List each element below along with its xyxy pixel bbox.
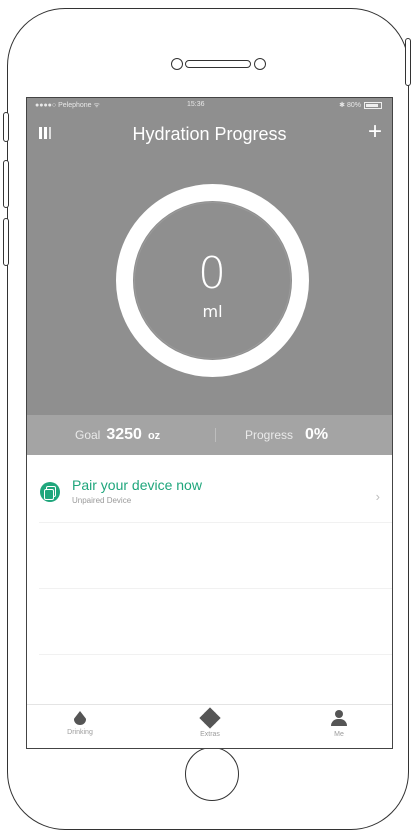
earpiece-speaker (185, 60, 251, 68)
water-drop-icon (74, 711, 86, 725)
stats-divider (215, 428, 216, 442)
list-divider (39, 654, 392, 655)
progress-ring: 0 ml (110, 178, 315, 383)
intake-value: 0 (198, 248, 227, 299)
stats-bar: Goal 3250 oz Progress 0% (27, 415, 392, 455)
clock: 15:36 (187, 101, 205, 108)
list-divider (39, 522, 392, 523)
tab-drinking[interactable]: Drinking (50, 709, 110, 736)
chevron-right-icon: › (375, 489, 380, 504)
front-camera (171, 58, 183, 70)
pair-device-subtitle: Unpaired Device (72, 496, 132, 505)
plus-icon[interactable]: + (368, 120, 382, 144)
battery-indicator: ✱ 80% (339, 101, 382, 109)
carrier-label: ●●●●○ Pelephone ᯤ (35, 102, 100, 109)
pair-device-title: Pair your device now (72, 477, 202, 493)
tab-label: Drinking (67, 729, 93, 736)
mute-switch (3, 112, 9, 142)
progress-value: 0% (305, 426, 329, 443)
home-button (185, 747, 239, 801)
proximity-sensor (254, 58, 266, 70)
person-icon (330, 709, 348, 727)
progress-label: Progress (245, 428, 294, 442)
goal-label: Goal (75, 428, 101, 442)
tab-label: Extras (200, 731, 220, 738)
page-title: Hydration Progress (132, 124, 287, 144)
list-divider (39, 588, 392, 589)
goal-stat: Goal 3250 oz (75, 426, 160, 444)
device-pair-icon (40, 482, 60, 502)
pair-device-row[interactable]: Pair your device now Unpaired Device › (27, 455, 392, 522)
volume-down-button (3, 218, 9, 266)
tab-label: Me (334, 731, 344, 738)
tab-me[interactable]: Me (309, 709, 369, 738)
status-bar: ●●●●○ Pelephone ᯤ 15:36 ✱ 80% (27, 98, 392, 114)
power-button (405, 38, 411, 86)
progress-stat: Progress 0% (245, 426, 328, 444)
goal-value: 3250 (106, 426, 142, 443)
goal-unit: oz (147, 430, 161, 442)
hydration-header: ●●●●○ Pelephone ᯤ 15:36 ✱ 80% Hydration … (27, 98, 392, 415)
tab-extras[interactable]: Extras (180, 707, 240, 738)
battery-icon (364, 101, 382, 109)
nav-bar: Hydration Progress + (27, 116, 392, 152)
battery-percent: ✱ 80% (339, 102, 361, 109)
extras-grid-icon (199, 707, 221, 729)
app-screen: ●●●●○ Pelephone ᯤ 15:36 ✱ 80% Hydration … (26, 97, 393, 749)
volume-up-button (3, 160, 9, 208)
tab-bar: Drinking Extras Me (27, 704, 392, 748)
intake-unit: ml (202, 302, 223, 321)
